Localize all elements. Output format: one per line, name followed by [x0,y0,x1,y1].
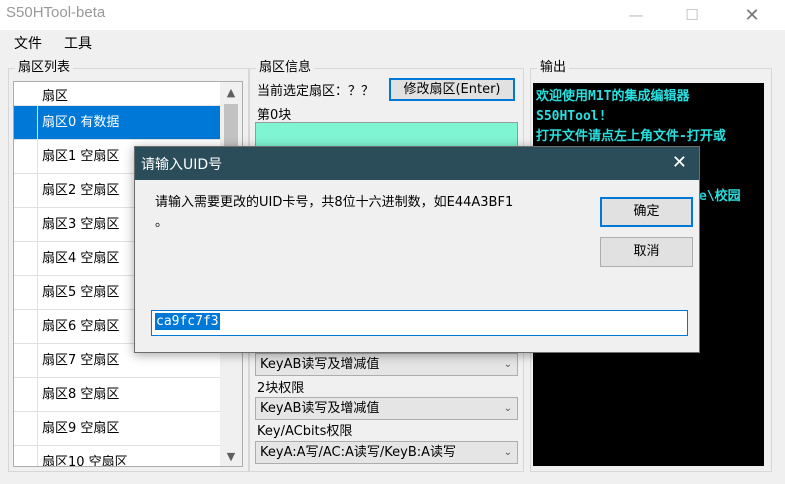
list-header: 扇区 [14,82,220,106]
row-gutter [14,412,38,446]
dialog-title: 请输入UID号 [141,157,223,173]
cancel-button[interactable]: 取消 [600,237,693,267]
menu-tools[interactable]: 工具 [64,32,92,56]
chevron-down-icon: ⌄ [503,359,512,370]
current-sector-text: 当前选定扇区：？？ [257,84,375,99]
keybits-permission-label: Key/ACbits权限 [257,424,353,439]
block2-permission-value: KeyAB读写及增减值 [260,401,380,416]
uid-input-dialog: 请输入UID号 ✕ 请输入需要更改的UID卡号，共8位十六进制数，如E44A3B… [134,146,700,353]
block0-field[interactable] [255,122,518,148]
row-gutter [14,106,38,140]
row-gutter [14,310,38,344]
row-gutter [14,174,38,208]
modify-sector-button[interactable]: 修改扇区(Enter) [389,78,515,101]
menu-file[interactable]: 文件 [14,32,42,56]
sector-info-label: 扇区信息 [256,59,315,77]
dialog-title-bar: 请输入UID号 ✕ [135,147,699,180]
row-gutter [14,208,38,242]
maximize-button[interactable]: ☐ [670,0,714,30]
row-gutter [14,276,38,310]
chevron-down-icon: ⌄ [503,403,512,414]
sector-row[interactable]: 扇区0 有数据 [14,106,220,140]
sector-row[interactable]: 扇区8 空扇区 [14,378,220,412]
block2-permission-label: 2块权限 [257,381,305,396]
sector-row-label: 扇区10 空扇区 [38,446,220,466]
close-button[interactable]: ✕ [730,0,774,30]
output-line: 打开文件请点左上角文件-打开或 [536,129,726,144]
block0-label: 第0块 [257,108,292,123]
sector-row[interactable]: 扇区9 空扇区 [14,412,220,446]
row-gutter [14,140,38,174]
block2-permission-select[interactable]: KeyAB读写及增减值 ⌄ [255,397,518,420]
row-gutter [14,242,38,276]
sector-row[interactable]: 扇区10 空扇区 [14,446,220,466]
dialog-message-line: 请输入需要更改的UID卡号，共8位十六进制数，如E44A3BF1 [155,195,514,210]
sector-row-label: 扇区0 有数据 [38,106,220,140]
row-gutter [14,344,38,378]
dialog-close-icon[interactable]: ✕ [672,152,687,173]
uid-input-value: ca9fc7f3 [155,313,220,330]
output-line: S50HTool! [536,109,607,124]
dialog-message-line: 。 [155,215,169,230]
title-bar: S50HTool-beta — ☐ ✕ [0,0,785,30]
sector-list-label: 扇区列表 [15,59,74,77]
chevron-down-icon: ⌄ [503,447,512,458]
keybits-permission-value: KeyA:A写/AC:A读写/KeyB:A读写 [260,445,457,460]
scroll-down-icon[interactable]: ▼ [220,446,242,466]
ok-button[interactable]: 确定 [600,197,693,227]
sector-row-label: 扇区9 空扇区 [38,412,220,446]
window-title: S50HTool-beta [6,4,106,21]
uid-input[interactable]: ca9fc7f3 [151,310,688,336]
menu-bar: 文件 工具 [0,32,92,56]
sector-row-label: 扇区8 空扇区 [38,378,220,412]
output-label: 输出 [537,59,570,77]
status-bar [0,474,785,484]
output-line: 欢迎使用M1T的集成编辑器 [536,89,690,104]
block-permission-value: KeyAB读写及增减值 [260,357,380,372]
keybits-permission-select[interactable]: KeyA:A写/AC:A读写/KeyB:A读写 ⌄ [255,441,518,464]
dialog-message: 请输入需要更改的UID卡号，共8位十六进制数，如E44A3BF1 。 [155,193,595,233]
row-gutter [14,446,38,466]
minimize-button[interactable]: — [614,0,658,30]
block-permission-select[interactable]: KeyAB读写及增减值 ⌄ [255,353,518,376]
row-gutter [14,378,38,412]
list-header-label: 扇区 [42,89,69,104]
scroll-up-icon[interactable]: ▲ [220,82,242,102]
